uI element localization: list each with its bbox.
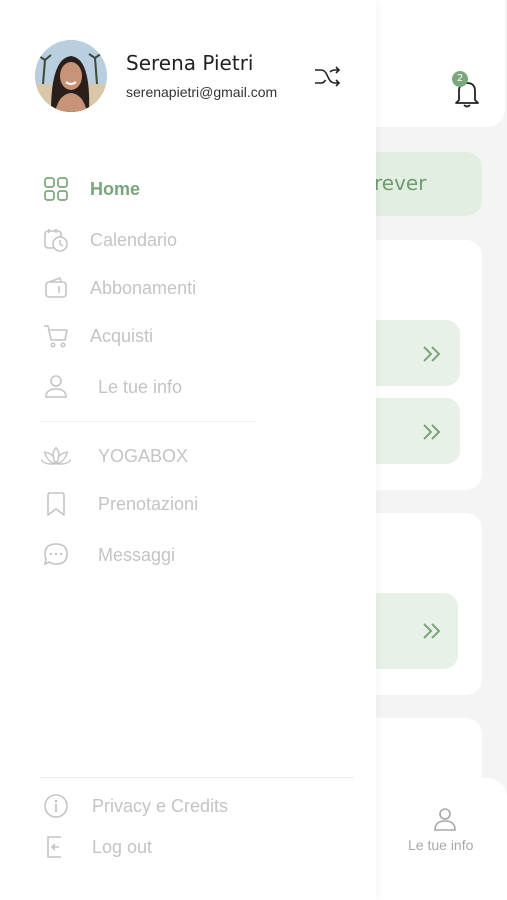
- menu-item-acquisti[interactable]: Acquisti: [40, 320, 153, 352]
- shuffle-icon[interactable]: [313, 64, 341, 88]
- logout-icon: [40, 831, 72, 863]
- menu-item-calendario[interactable]: Calendario: [40, 224, 177, 256]
- menu-item-logout[interactable]: Log out: [40, 831, 152, 863]
- menu-divider: [40, 421, 256, 422]
- grid-icon: [40, 173, 72, 205]
- menu-item-messaggi[interactable]: Messaggi: [40, 539, 175, 571]
- menu-item-label: Prenotazioni: [98, 493, 199, 514]
- double-chevron-right-icon[interactable]: [421, 345, 443, 363]
- double-chevron-right-icon[interactable]: [421, 423, 443, 441]
- bookmark-icon: [40, 488, 72, 520]
- menu-item-label: Abbonamenti: [90, 277, 197, 298]
- menu-item-label: Calendario: [90, 229, 178, 250]
- navigation-drawer: Serena Pietri serenapietri@gmail.com Hom…: [0, 0, 376, 900]
- menu-item-abbonamenti[interactable]: Abbonamenti: [40, 272, 196, 304]
- menu-item-prenotazioni[interactable]: Prenotazioni: [40, 488, 198, 520]
- chat-icon: [40, 539, 72, 571]
- user-name: Serena Pietri: [126, 51, 254, 75]
- info-icon: [40, 790, 72, 822]
- menu-item-label: Messaggi: [98, 544, 176, 565]
- menu-item-label: Acquisti: [90, 325, 154, 346]
- tab-le-tue-info[interactable]: Le tue info: [408, 837, 473, 853]
- footer-divider: [40, 777, 354, 778]
- double-chevron-right-icon[interactable]: [421, 622, 443, 640]
- user-icon[interactable]: [432, 806, 458, 832]
- calendar-history-icon: [40, 224, 72, 256]
- notification-badge: 2: [452, 71, 468, 87]
- menu-item-yogabox[interactable]: YOGABOX: [40, 440, 188, 472]
- user-email: serenapietri@gmail.com: [126, 84, 278, 100]
- menu-item-label: YOGABOX: [98, 445, 189, 466]
- user-icon: [40, 371, 72, 403]
- wallet-icon: [40, 272, 72, 304]
- menu-item-label: Home: [90, 178, 141, 199]
- menu-item-home[interactable]: Home: [40, 173, 140, 205]
- cart-icon: [40, 320, 72, 352]
- menu-item-label: Le tue info: [98, 376, 183, 397]
- menu-item-privacy[interactable]: Privacy e Credits: [40, 790, 228, 822]
- avatar[interactable]: [35, 40, 107, 112]
- menu-item-le-tue-info[interactable]: Le tue info: [40, 371, 182, 403]
- lotus-icon: [40, 440, 72, 472]
- menu-item-label: Log out: [92, 836, 153, 857]
- menu-item-label: Privacy e Credits: [92, 795, 229, 816]
- filter-pill-text: rever: [374, 171, 427, 195]
